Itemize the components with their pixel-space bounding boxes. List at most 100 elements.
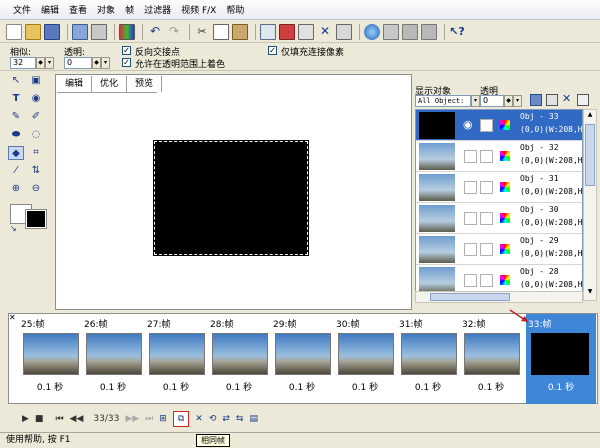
flip-icon[interactable]: ⇅ xyxy=(28,164,44,178)
eyedropper-icon[interactable]: ⁄ xyxy=(8,164,24,178)
similar-spinner[interactable]: ◆ xyxy=(36,57,45,69)
menu-edit[interactable]: 编辑 xyxy=(36,3,64,16)
frame-duration[interactable]: 0.1 秒 xyxy=(397,380,459,393)
delete-frame-icon[interactable]: ✕ xyxy=(195,414,203,424)
eraser-icon[interactable]: ⬬ xyxy=(8,128,24,142)
reverse-frames-icon[interactable]: ⇄ xyxy=(222,414,230,424)
zoom-in-icon[interactable]: ⊕ xyxy=(8,182,24,196)
move-object-icon[interactable] xyxy=(530,94,542,106)
frame-thumbnail[interactable]: 27:帧 0.1 秒 xyxy=(145,314,207,404)
optimize-icon[interactable] xyxy=(402,23,418,40)
frame-duration[interactable]: 0.1 秒 xyxy=(145,380,207,393)
paste-icon[interactable] xyxy=(232,23,248,40)
delete-icon[interactable]: ✕ xyxy=(317,24,333,40)
tab-optimize[interactable]: 优化 xyxy=(92,76,128,92)
same-frame-button[interactable]: ⧉ xyxy=(172,410,190,427)
menu-file[interactable]: 文件 xyxy=(8,3,36,16)
color-picker-icon[interactable] xyxy=(119,23,135,40)
crop-select-icon[interactable]: ▣ xyxy=(28,74,44,88)
first-frame-icon[interactable]: ⏮ xyxy=(55,414,63,424)
paint-bucket-icon[interactable]: ◆ xyxy=(8,146,24,160)
object-lock-box[interactable] xyxy=(480,181,493,194)
frame-duration[interactable]: 0.1 秒 xyxy=(19,380,81,393)
menu-help[interactable]: 帮助 xyxy=(221,3,249,16)
frame-thumbnail[interactable]: 29:帧 0.1 秒 xyxy=(271,314,333,404)
frame-thumbnail[interactable]: 28:帧 0.1 秒 xyxy=(208,314,270,404)
eye-visible-icon[interactable]: ◉ xyxy=(463,118,473,131)
tab-edit[interactable]: 编辑 xyxy=(57,76,93,92)
help-cursor-icon[interactable]: ↖? xyxy=(449,24,465,40)
frame-properties-icon[interactable]: ▤ xyxy=(249,414,258,424)
pencil-icon[interactable]: ✐ xyxy=(28,110,44,124)
similar-input[interactable]: 32 xyxy=(10,57,36,69)
lasso-icon[interactable]: ◌ xyxy=(28,128,44,142)
image-canvas[interactable] xyxy=(153,140,309,256)
menu-view[interactable]: 查看 xyxy=(64,3,92,16)
right-transparent-dropdown[interactable]: ▾ xyxy=(513,95,522,107)
redo-icon[interactable]: ↷ xyxy=(166,24,182,40)
object-row[interactable]: ◉ Obj - 33 (0,0)(W:208,H xyxy=(416,110,582,141)
object-row[interactable]: Obj - 30 (0,0)(W:208,H xyxy=(416,203,582,234)
allow-checkbox[interactable]: ✓ xyxy=(122,58,131,67)
object-lock-box[interactable] xyxy=(480,274,493,287)
object-row[interactable]: Obj - 29 (0,0)(W:208,H xyxy=(416,234,582,265)
copy-object-icon[interactable] xyxy=(546,94,558,106)
select-arrow-icon[interactable]: ↖ xyxy=(8,74,24,88)
object-visible-box[interactable] xyxy=(464,243,477,256)
brush-icon[interactable]: ✎ xyxy=(8,110,24,124)
prev-frame-icon[interactable]: ◀◀ xyxy=(70,414,84,424)
right-transparent-spinner[interactable]: ◆ xyxy=(504,95,513,107)
frame-duration[interactable]: 0.1 秒 xyxy=(271,380,333,393)
scroll-down-arrow[interactable]: ▼ xyxy=(585,288,595,298)
rotate-icon[interactable]: ◉ xyxy=(28,92,44,106)
transparent-input[interactable]: 0 xyxy=(64,57,92,69)
save-icon[interactable] xyxy=(44,23,60,40)
object-list-vscroll[interactable]: ▲ ▼ xyxy=(583,109,597,301)
frame-duration[interactable]: 0.1 秒 xyxy=(526,380,596,393)
menu-object[interactable]: 对象 xyxy=(92,3,120,16)
stop-icon[interactable]: ■ xyxy=(35,414,44,424)
text-tool-icon[interactable]: T xyxy=(8,92,24,106)
frame-thumbnail-selected[interactable]: 33:帧 0.1 秒 xyxy=(526,314,596,404)
object-visible-box[interactable] xyxy=(464,150,477,163)
foreground-color-swatch[interactable] xyxy=(25,209,47,229)
rotate-frame-icon[interactable]: ⟲ xyxy=(209,414,217,424)
similar-dropdown[interactable]: ▾ xyxy=(45,57,54,69)
object-visible-box[interactable] xyxy=(464,181,477,194)
object-visible-box[interactable] xyxy=(464,274,477,287)
zoom-out-icon[interactable]: ⊖ xyxy=(28,182,44,196)
object-lock-box[interactable] xyxy=(480,212,493,225)
delete-object-icon[interactable]: ✕ xyxy=(562,92,571,105)
transparent-spinner[interactable]: ◆ xyxy=(92,57,101,69)
frame-thumbnail[interactable]: 31:帧 0.1 秒 xyxy=(397,314,459,404)
reverse-checkbox[interactable]: ✓ xyxy=(122,46,131,55)
frame-duration[interactable]: 0.1 秒 xyxy=(334,380,396,393)
frame-thumbnail[interactable]: 32:帧 0.1 秒 xyxy=(460,314,522,404)
add-frame-icon[interactable]: ⊞ xyxy=(159,414,167,424)
frame-props-icon[interactable] xyxy=(260,23,276,40)
object-lock-box[interactable] xyxy=(480,243,493,256)
transparent-dropdown[interactable]: ▾ xyxy=(101,57,110,69)
copy-icon[interactable] xyxy=(213,23,229,40)
right-transparent-input[interactable]: 0 xyxy=(480,95,504,107)
open-folder-icon[interactable] xyxy=(25,23,41,40)
wizard-icon[interactable] xyxy=(383,23,399,40)
menu-video-fx[interactable]: 视频 F/X xyxy=(176,3,221,16)
cut-icon[interactable]: ✂ xyxy=(194,24,210,40)
menu-filter[interactable]: 过滤器 xyxy=(139,3,176,16)
sync-frames-icon[interactable]: ⇆ xyxy=(236,414,244,424)
timeline-close-icon[interactable]: ✕ xyxy=(9,313,16,322)
frame-duration[interactable]: 0.1 秒 xyxy=(460,380,522,393)
new-file-icon[interactable] xyxy=(6,23,22,40)
hscroll-thumb[interactable] xyxy=(430,293,510,301)
print-icon[interactable] xyxy=(91,23,107,40)
scroll-up-arrow[interactable]: ▲ xyxy=(585,111,595,121)
swap-colors-icon[interactable]: ↘ xyxy=(10,224,17,233)
export-icon[interactable] xyxy=(72,23,88,40)
frame-duration[interactable]: 0.1 秒 xyxy=(208,380,270,393)
object-lock-box[interactable] xyxy=(480,119,493,132)
settings-icon[interactable] xyxy=(421,23,437,40)
properties-icon[interactable] xyxy=(336,23,352,40)
play-icon[interactable]: ▶ xyxy=(22,414,29,424)
object-row[interactable]: Obj - 32 (0,0)(W:208,H xyxy=(416,141,582,172)
